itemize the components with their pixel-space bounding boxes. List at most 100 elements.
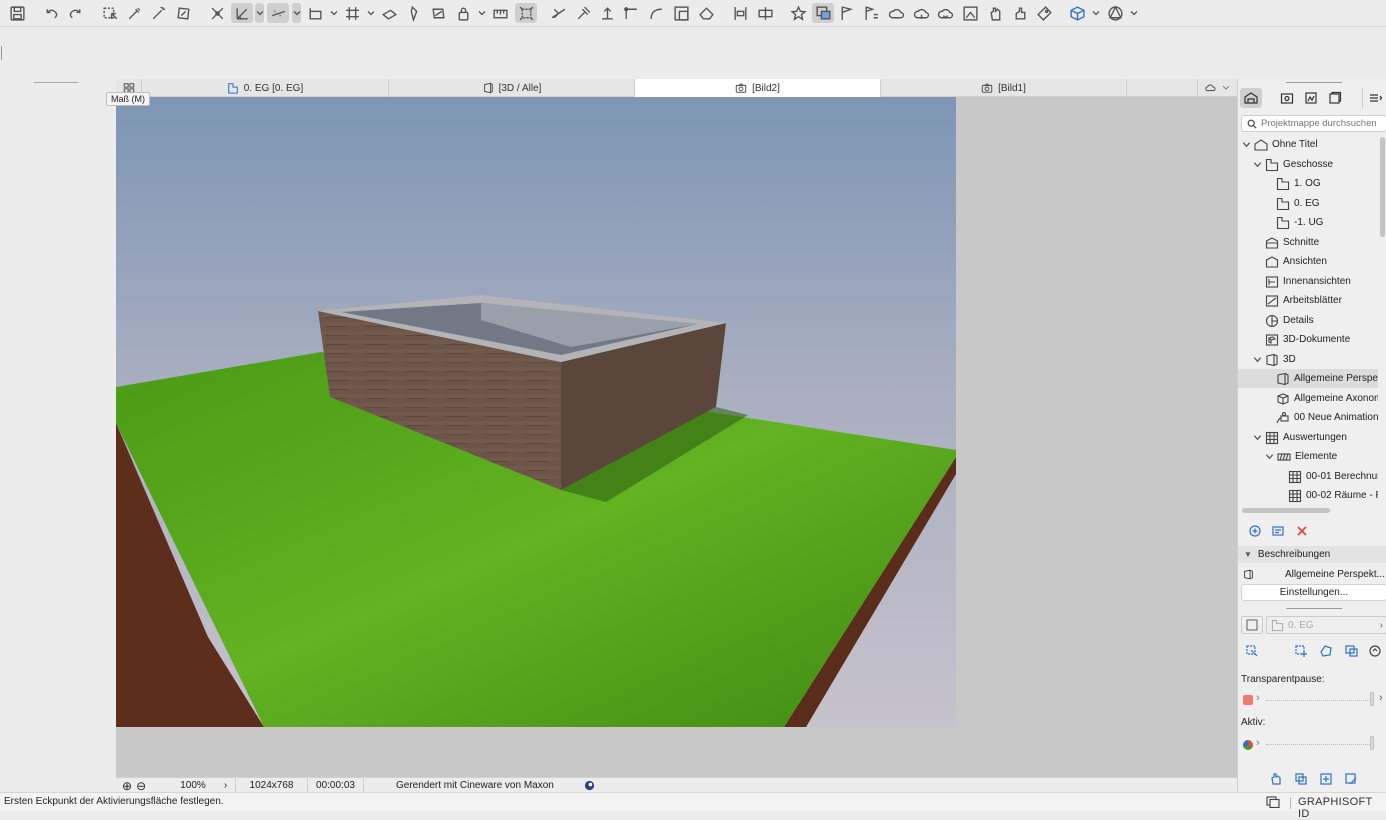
undo-icon[interactable] (42, 3, 60, 23)
flag-icon[interactable] (837, 3, 855, 23)
chevron-down-icon[interactable] (329, 3, 338, 23)
chevron-down-icon[interactable] (1253, 355, 1263, 365)
flag-list-icon[interactable] (862, 3, 880, 23)
transparency-slider-track[interactable] (1266, 700, 1372, 701)
distribute-icon[interactable] (731, 3, 749, 23)
zoom-out-icon[interactable]: ⊖ (136, 779, 146, 793)
tree-item-elevations[interactable]: Ansichten (1238, 252, 1378, 271)
chevron-down-icon[interactable] (1129, 3, 1138, 23)
search-input[interactable] (1261, 118, 1385, 129)
grid-icon[interactable] (343, 3, 361, 23)
zoom-in-icon[interactable]: ⊕ (122, 779, 132, 793)
chevron-down-icon[interactable] (1253, 433, 1263, 443)
chevron-down-icon[interactable] (1253, 160, 1263, 170)
cloud-sync-icon[interactable] (887, 3, 905, 23)
tree-item-project[interactable]: Ohne Titel (1238, 135, 1378, 154)
cloud-receive-icon[interactable] (936, 3, 954, 23)
align-icon[interactable] (756, 3, 774, 23)
active-slider-track[interactable] (1266, 744, 1372, 745)
plane-icon[interactable] (380, 3, 398, 23)
view-cube-icon[interactable] (1068, 3, 1086, 23)
chevron-down-icon[interactable] (1242, 140, 1252, 150)
edit-area-icon[interactable] (1341, 770, 1361, 788)
tree-item-stories[interactable]: Geschosse (1238, 155, 1378, 174)
tree-item-story[interactable]: 0. EG (1238, 194, 1378, 213)
export-area-icon[interactable] (1316, 770, 1336, 788)
chevron-down-icon[interactable] (1265, 452, 1275, 462)
hand-alt-icon[interactable] (1011, 3, 1029, 23)
tree-item-sections[interactable]: Schnitte (1238, 233, 1378, 252)
layer-button[interactable] (1241, 616, 1263, 634)
picture-icon[interactable] (961, 3, 979, 23)
tab-floor-plan[interactable]: 0. EG [0. EG] (142, 79, 389, 97)
resize-icon[interactable] (672, 3, 690, 23)
tree-item-schedule[interactable]: 00-02 Räume - Flächen (1238, 486, 1378, 505)
panel-menu-button[interactable] (1362, 88, 1386, 108)
magic-wand-icon[interactable] (149, 3, 167, 23)
refresh-icon[interactable] (1365, 642, 1385, 660)
tree-item-3d[interactable]: 3D (1238, 350, 1378, 369)
story-select[interactable]: 0. EG › (1266, 616, 1386, 634)
properties-header[interactable]: ▼ Beschreibungen (1238, 546, 1386, 563)
corner-icon[interactable] (622, 3, 640, 23)
polygon-area-icon[interactable] (1316, 642, 1336, 660)
pen-icon[interactable] (405, 3, 423, 23)
chevron-right-icon[interactable]: › (1256, 692, 1260, 704)
shading-icon[interactable] (1106, 3, 1124, 23)
subtract-area-icon[interactable] (1341, 642, 1361, 660)
layers-icon[interactable] (812, 3, 834, 23)
navigator-search[interactable] (1241, 115, 1386, 132)
chevron-right-icon[interactable]: › (1256, 737, 1260, 749)
view-name[interactable]: Allgemeine Perspekt... (1285, 569, 1385, 580)
new-view-button[interactable] (1246, 523, 1264, 539)
snap-icon[interactable] (208, 3, 226, 23)
select-tool-icon[interactable] (101, 3, 119, 23)
measure-tool-icon[interactable] (231, 3, 253, 23)
transparent-color-swatch[interactable] (1243, 695, 1253, 705)
cloud-send-icon[interactable] (912, 3, 930, 23)
chevron-down-icon[interactable] (1091, 3, 1100, 23)
roof-icon[interactable] (697, 3, 715, 23)
tree-item-schedules[interactable]: Auswertungen (1238, 428, 1378, 447)
chevron-down-icon[interactable] (255, 3, 264, 23)
project-map-button[interactable] (1240, 88, 1262, 108)
marquee-single-icon[interactable] (1242, 642, 1262, 660)
slider-handle[interactable] (1370, 692, 1374, 706)
edit-plane-icon[interactable] (429, 3, 447, 23)
tree-item-axonometry[interactable]: Allgemeine Axonometrie (1238, 389, 1378, 408)
view-map-button[interactable] (1276, 88, 1298, 108)
copy-area-icon[interactable] (1291, 770, 1311, 788)
pipette-icon[interactable] (125, 3, 143, 23)
tree-item-animation[interactable]: 00 Neue Animation (1238, 408, 1378, 427)
hammer-icon[interactable] (574, 3, 592, 23)
guide-line-icon[interactable] (267, 3, 289, 23)
chevron-right-icon[interactable]: › (216, 778, 236, 793)
hand-icon[interactable] (986, 3, 1004, 23)
split-icon[interactable] (549, 3, 567, 23)
tree-item-interior-elevations[interactable]: Innenansichten (1238, 272, 1378, 291)
tab-render-bild1[interactable]: [Bild1] (881, 79, 1127, 97)
tag-icon[interactable] (1035, 3, 1053, 23)
suspend-groups-icon[interactable] (515, 3, 537, 23)
tree-item-story[interactable]: -1. UG (1238, 213, 1378, 232)
tree-item-elements[interactable]: Elemente (1238, 447, 1378, 466)
delete-button[interactable] (1293, 523, 1311, 539)
dimension-icon[interactable] (491, 3, 509, 23)
tree-hscrollbar[interactable] (1242, 508, 1330, 513)
layout-book-button[interactable] (1300, 88, 1322, 108)
redo-icon[interactable] (66, 3, 84, 23)
tree-item-3d-documents[interactable]: 3D-Dokumente (1238, 330, 1378, 349)
settings-button[interactable]: Einstellungen... (1241, 584, 1386, 601)
tree-item-story[interactable]: 1. OG (1238, 174, 1378, 193)
tree-item-perspective[interactable]: Allgemeine Perspektive (1238, 369, 1378, 388)
chevron-down-icon[interactable] (292, 3, 301, 23)
tree-scrollbar[interactable] (1380, 137, 1385, 237)
view-settings-button[interactable] (1269, 523, 1287, 539)
star-icon[interactable] (789, 3, 807, 23)
fillet-icon[interactable] (647, 3, 665, 23)
hand-select-icon[interactable] (1266, 770, 1286, 788)
chevron-down-icon[interactable] (366, 3, 375, 23)
marquee-icon[interactable] (174, 3, 192, 23)
layout-icon[interactable] (306, 3, 324, 23)
windows-icon[interactable] (1266, 796, 1280, 811)
